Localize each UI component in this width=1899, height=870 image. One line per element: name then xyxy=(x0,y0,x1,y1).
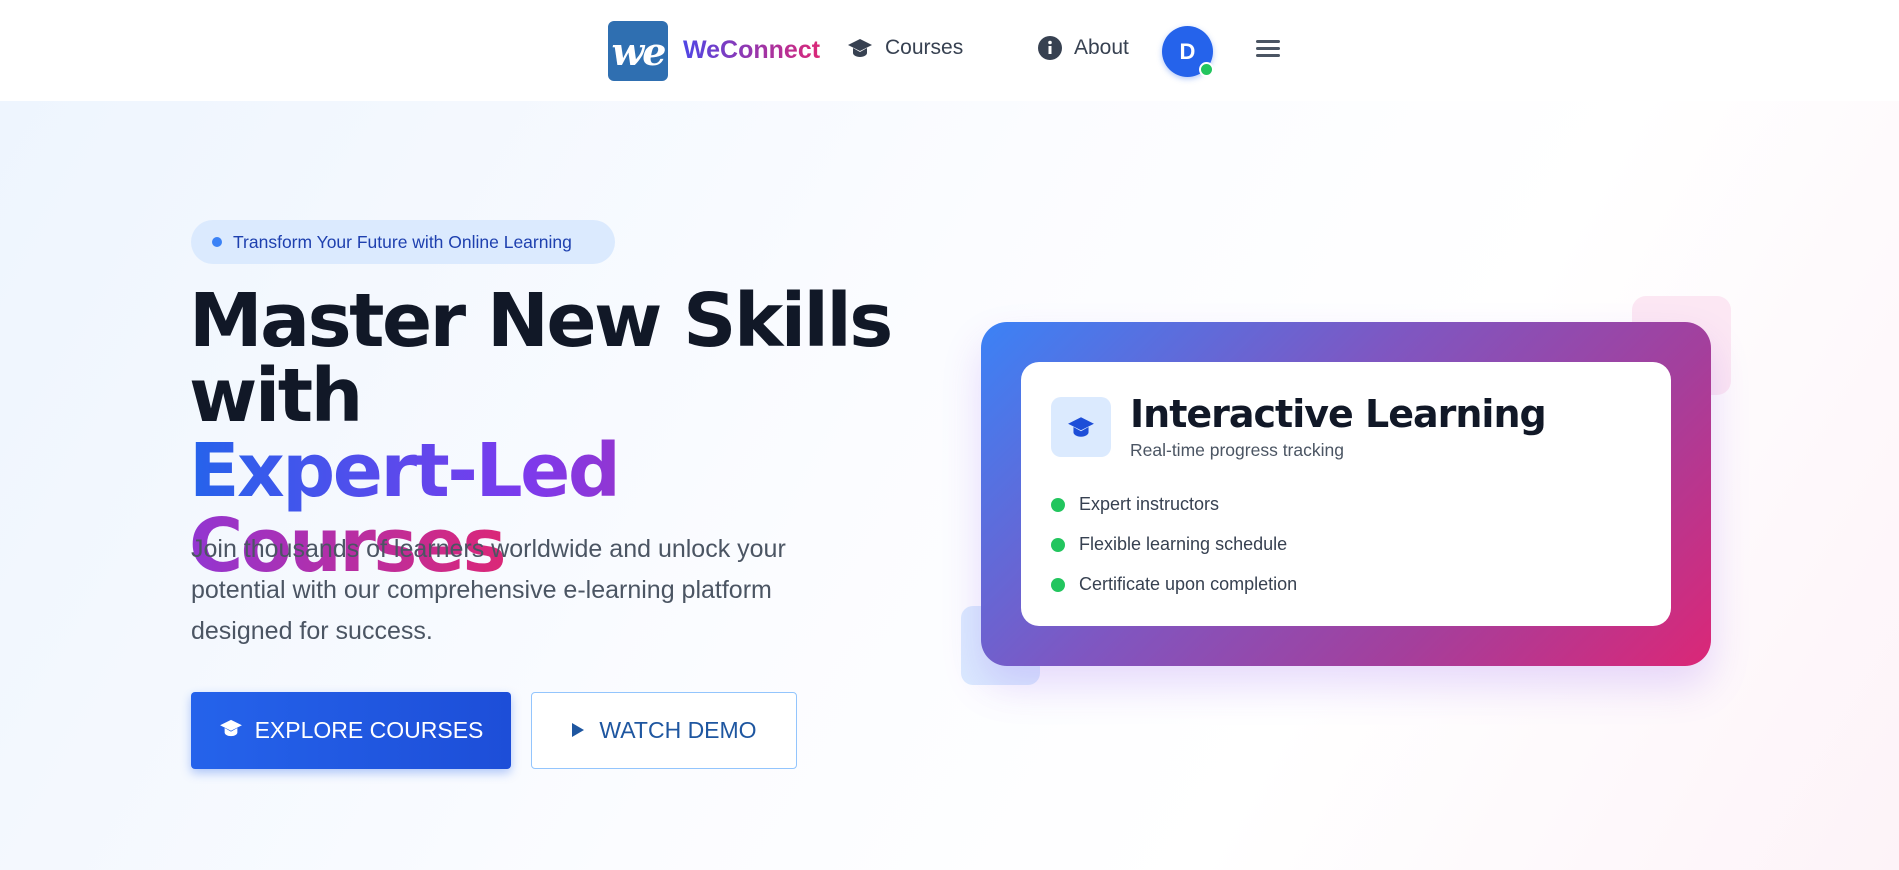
hero-badge: Transform Your Future with Online Learni… xyxy=(191,220,615,264)
check-dot-icon xyxy=(1051,537,1065,552)
logo-text: we xyxy=(611,28,667,74)
hero-subtext: Join thousands of learners worldwide and… xyxy=(191,535,786,645)
top-navbar: we WeConnect Courses About D xyxy=(0,0,1899,101)
feature-item: Flexible learning schedule xyxy=(1051,534,1287,555)
card-subtitle: Real-time progress tracking xyxy=(1130,440,1344,460)
play-icon xyxy=(571,717,585,744)
feature-item: Expert instructors xyxy=(1051,494,1219,515)
feature-label: Certificate upon completion xyxy=(1079,574,1298,594)
check-dot-icon xyxy=(1051,577,1065,592)
card-title: Interactive Learning xyxy=(1130,392,1547,436)
brand-name[interactable]: WeConnect xyxy=(683,36,820,65)
graduation-cap-icon xyxy=(219,717,243,744)
graduation-cap-icon xyxy=(847,37,873,59)
watch-demo-button[interactable]: WATCH DEMO xyxy=(531,692,797,769)
explore-courses-label: EXPLORE COURSES xyxy=(254,717,484,743)
logo[interactable]: we xyxy=(608,21,668,81)
feature-label: Flexible learning schedule xyxy=(1079,534,1288,554)
check-dot-icon xyxy=(1051,497,1065,512)
hamburger-menu-icon[interactable] xyxy=(1256,40,1280,60)
watch-demo-label: WATCH DEMO xyxy=(599,717,757,743)
feature-label: Expert instructors xyxy=(1079,494,1220,514)
info-icon xyxy=(1038,36,1062,60)
graduation-cap-icon xyxy=(1051,397,1111,457)
badge-dot-icon xyxy=(212,237,222,247)
headline-line-1: Master New Skills xyxy=(189,278,893,364)
badge-label: Transform Your Future with Online Learni… xyxy=(233,231,572,252)
avatar-initial: D xyxy=(1179,38,1196,64)
nav-about-link[interactable]: About xyxy=(1038,36,1129,60)
nav-about-label: About xyxy=(1074,36,1129,59)
nav-courses-label: Courses xyxy=(885,36,964,59)
feature-item: Certificate upon completion xyxy=(1051,574,1297,595)
explore-courses-button[interactable]: EXPLORE COURSES xyxy=(191,692,511,769)
headline-line-2: with xyxy=(189,353,363,439)
nav-courses-link[interactable]: Courses xyxy=(847,36,963,60)
brand-label: WeConnect xyxy=(683,36,821,64)
online-status-dot xyxy=(1199,62,1214,77)
